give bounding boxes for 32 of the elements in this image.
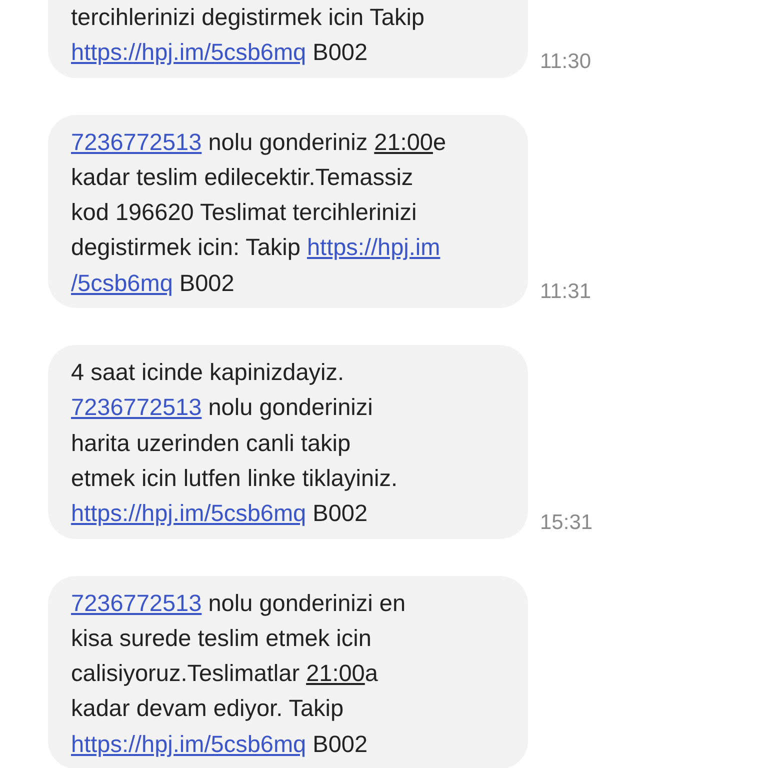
message-text: B002 [312,500,368,526]
message-link[interactable]: 7236772513 [71,128,202,155]
message-text: kisa surede teslim etmek icin [71,624,372,651]
time-link[interactable]: 21:00 [306,660,365,686]
message-text: harita uzerinden canli takip [71,430,351,456]
message-text: nolu gonderinizi en [207,590,406,616]
message-link[interactable]: /5csb6mq [71,270,173,296]
message-text: calisiyoruz.Teslimatlar [71,660,301,686]
message-text: a [364,660,378,686]
message-text: degistirmek icin: Takip [71,234,302,260]
message-link[interactable]: https://hpj.im/5csb6mq [71,500,306,526]
time-link[interactable]: 21:00 [374,128,433,155]
message-text: kadar teslim edilecektir.Temassiz [71,164,414,190]
message-text: kod 196620 Teslimat tercihlerinizi [71,199,417,226]
message-time: 11:31 [540,280,591,304]
message-text: nolu gonderinizi [207,394,373,420]
message-text: kadar devam ediyor. Takip [71,695,344,722]
message-text: 4 saat icinde kapinizdayiz. [71,359,344,386]
message-text: tercihlerinizi degistirmek icin Takip [71,4,424,30]
message-text: B002 [312,39,368,66]
message-link[interactable]: https://hpj.im [306,234,440,260]
message-link[interactable]: https://hpj.im/5csb6mq [71,39,306,66]
message-time: 15:31 [540,510,593,535]
message-text: etmek icin lutfen linke tiklayiniz. [71,464,398,491]
message-text: B002 [178,270,234,296]
message-link[interactable]: 7236772513 [71,590,202,616]
message-text: B002 [312,730,368,757]
message-link[interactable]: 7236772513 [71,394,202,420]
message-text: e [432,128,446,155]
message-time: 11:30 [540,50,591,74]
message-link[interactable]: https://hpj.im/5csb6mq [71,730,306,757]
message-text: nolu gonderiniz [207,128,369,155]
